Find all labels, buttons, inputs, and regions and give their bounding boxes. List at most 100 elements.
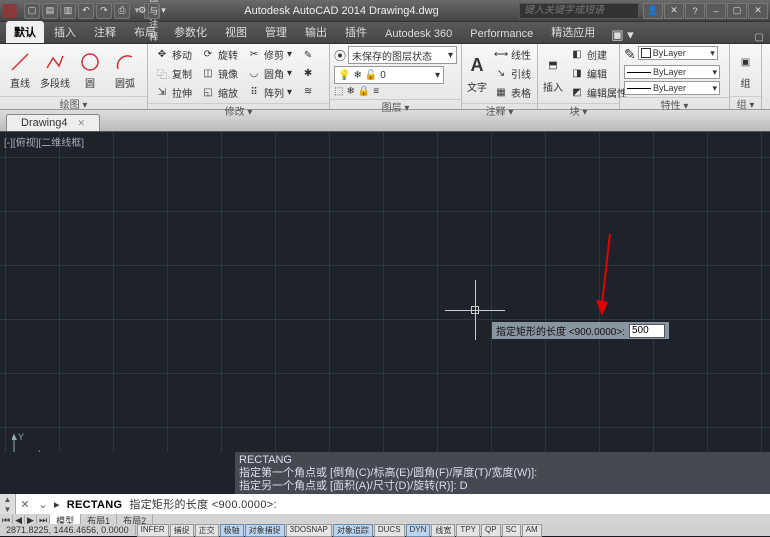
tab-default[interactable]: 默认 [6,21,44,43]
status-toggle-对象追踪[interactable]: 对象追踪 [333,524,373,537]
linetype-combo[interactable]: ByLayer▾ [624,81,720,95]
qat-print-icon[interactable]: ⎙ [114,3,130,19]
group-icon: ▣ [735,50,757,74]
maximize-icon[interactable]: ▢ [727,3,747,19]
layer-current-combo[interactable]: 💡❄🔓0▾ [334,66,444,84]
scale-button[interactable]: ◱缩放 [198,84,241,101]
offset-button[interactable]: ≋ [298,84,318,100]
qat-new-icon[interactable]: ▢ [24,3,40,19]
panel-draw-title[interactable]: 绘图 ▾ [0,96,147,110]
dynamic-input-field[interactable] [629,324,665,338]
status-toggle-qp[interactable]: QP [481,524,501,537]
app-icon[interactable] [3,4,17,18]
qat-undo-icon[interactable]: ↶ [78,3,94,19]
ribbon-collapse-icon[interactable]: ▢ [755,32,764,43]
panel-layer-title[interactable]: 图层 ▾ [330,99,461,113]
layer-freeze-icon[interactable]: ❄ [346,86,354,97]
panel-props-title[interactable]: 特性 ▾ [620,97,729,111]
tab-a360[interactable]: Autodesk 360 [377,25,460,43]
qat-redo-icon[interactable]: ↷ [96,3,112,19]
command-input[interactable]: ▸ RECTANG 指定矩形的长度 <900.0000>: [52,496,746,512]
signin-icon[interactable]: 👤 [643,3,663,19]
tab-expand-icon[interactable]: ▣ ▾ [605,27,639,43]
mirror-button[interactable]: ◫镜像 [198,65,241,82]
match-props-icon[interactable]: ✎ [624,46,636,63]
status-toggle-线宽[interactable]: 线宽 [431,524,455,537]
rotate-button[interactable]: ⟳旋转 [198,46,241,63]
color-combo[interactable]: ByLayer▾ [638,46,718,60]
status-toggle-dyn[interactable]: DYN [406,524,431,537]
cmd-expand-icon[interactable]: ⌄ [34,498,52,511]
insert-block-button[interactable]: ⬒插入 [542,50,564,98]
tab-layout[interactable]: 布局 [126,21,164,43]
panel-modify-title[interactable]: 修改 ▾ [148,103,329,117]
command-line[interactable]: ▲▼ ✕ ⌄ ▸ RECTANG 指定矩形的长度 <900.0000>: [0,494,770,514]
tab-view[interactable]: 视图 [217,21,255,43]
help-icon[interactable]: ? [685,3,705,19]
qat-open-icon[interactable]: ▤ [42,3,58,19]
tab-performance[interactable]: Performance [462,25,541,43]
leader-button[interactable]: ↘引线 [491,65,534,82]
help-search-input[interactable] [519,3,639,19]
table-button[interactable]: ▦表格 [491,84,534,101]
minimize-icon[interactable]: – [706,3,726,19]
tab-plugins[interactable]: 插件 [337,21,375,43]
circle-button[interactable]: 圆 [74,46,106,94]
status-toggle-ducs[interactable]: DUCS [374,524,405,537]
trim-button[interactable]: ✂修剪 ▾ [244,46,295,63]
cmd-close-icon[interactable]: ✕ [16,498,34,511]
group-button[interactable]: ▣组 [734,46,757,94]
status-toggle-am[interactable]: AM [522,524,542,537]
tab-output[interactable]: 输出 [297,21,335,43]
panel-block-title[interactable]: 块 ▾ [538,103,619,117]
array-button[interactable]: ⠿阵列 ▾ [244,84,295,101]
text-button[interactable]: A文字 [466,50,488,98]
tab-featured[interactable]: 精选应用 [543,21,603,43]
layer-match-icon[interactable]: ≡ [373,86,379,97]
status-toggle-正交[interactable]: 正交 [195,524,219,537]
arc-icon [114,50,136,74]
status-toggle-sc[interactable]: SC [502,524,521,537]
layer-state-combo[interactable]: 未保存的图层状态▾ [348,46,457,64]
panel-group-title[interactable]: 组 ▾ [730,96,761,110]
stretch-button[interactable]: ⇲拉伸 [152,84,195,101]
coordinates[interactable]: 2871.8225, 1446.4656, 0.0000 [0,525,136,535]
panel-annot-title[interactable]: 注释 ▾ [462,103,537,117]
explode-button[interactable]: ✱ [298,66,318,82]
tab-insert[interactable]: 插入 [46,21,84,43]
close-icon[interactable]: ✕ [748,3,768,19]
copy-button[interactable]: ⿻复制 [152,65,195,82]
status-toggle-对象捕捉[interactable]: 对象捕捉 [245,524,285,537]
dynamic-prompt-text: 指定矩形的长度 <900.0000>: [496,323,625,338]
close-tab-icon[interactable]: ✕ [77,118,85,128]
qat-save-icon[interactable]: ▥ [60,3,76,19]
status-toggle-tpy[interactable]: TPY [456,524,480,537]
tab-manage[interactable]: 管理 [257,21,295,43]
fillet-button[interactable]: ◡圆角 ▾ [244,65,295,82]
erase-button[interactable]: ✎ [298,48,318,64]
status-toggle-3dosnap[interactable]: 3DOSNAP [286,524,332,537]
cmd-scroll[interactable]: ▲▼ [0,494,16,514]
layer-lock-icon[interactable]: 🔒 [358,86,370,97]
layer-iso-icon[interactable]: ⬚ [334,86,343,97]
insert-block-icon: ⬒ [542,54,564,78]
move-button[interactable]: ✥移动 [152,46,195,63]
dim-linear-button[interactable]: ⟷线性 [491,46,534,63]
viewport-label[interactable]: [-][俯视][二维线框] [4,134,84,149]
status-toggle-极轴[interactable]: 极轴 [220,524,244,537]
layer-props-icon[interactable]: ⦿ [334,47,346,64]
workspace-switcher[interactable]: ⚙ 草图与注释 ▾ [144,3,160,19]
status-toggle-infer[interactable]: INFER [137,524,169,537]
polyline-button[interactable]: 多段线 [39,46,71,94]
command-history-text[interactable]: RECTANG 指定第一个角点或 [倒角(C)/标高(E)/圆角(F)/厚度(T… [235,452,770,494]
exchange-icon[interactable]: ✕ [664,3,684,19]
document-tab[interactable]: Drawing4✕ [6,114,100,131]
status-toggle-捕捉[interactable]: 捕捉 [170,524,194,537]
tab-parametric[interactable]: 参数化 [166,21,215,43]
ribbon: 直线 多段线 圆 圆弧 绘图 ▾ ✥移动 ⿻复制 ⇲拉伸 ⟳旋转 ◫镜像 ◱缩放… [0,44,770,110]
arc-button[interactable]: 圆弧 [109,46,141,94]
lineweight-combo[interactable]: ByLayer▾ [624,65,720,79]
drawing-canvas[interactable]: [-][俯视][二维线框] XY 指定矩形的长度 <900.0000>: [0,132,770,472]
line-button[interactable]: 直线 [4,46,36,94]
tab-annotate[interactable]: 注释 [86,21,124,43]
